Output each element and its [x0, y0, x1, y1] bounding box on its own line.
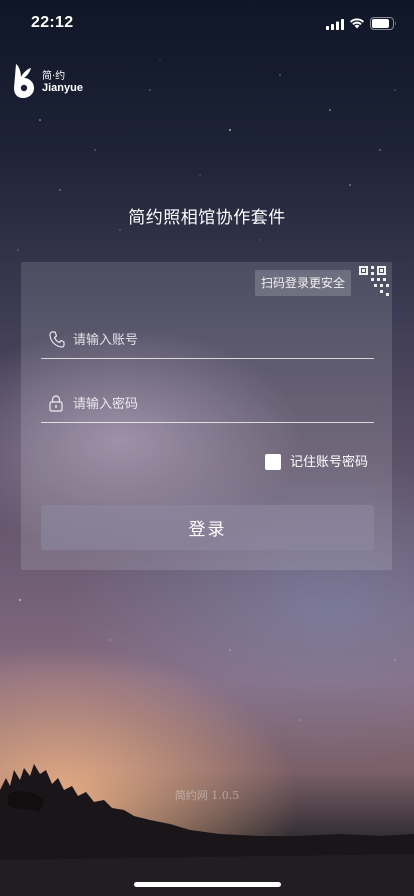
remember-label: 记住账号密码	[290, 455, 369, 470]
home-indicator[interactable]	[134, 882, 281, 887]
qr-code-icon[interactable]	[358, 265, 391, 298]
qr-login-tip[interactable]: 扫码登录更安全	[255, 270, 352, 296]
remember-checkbox[interactable]	[265, 454, 281, 470]
account-input[interactable]	[73, 327, 363, 353]
brand-name-cn: 简·约	[42, 71, 66, 82]
lock-icon	[49, 395, 63, 412]
cellular-signal-icon	[326, 19, 344, 30]
login-button[interactable]: 登录	[41, 505, 374, 550]
app-title: 简约照相馆协作套件	[128, 208, 286, 228]
login-card: 扫码登录更安全 请输入账号 记住账号密码 登录	[21, 262, 392, 570]
password-field[interactable]	[41, 387, 374, 423]
brand-name-en: Jianyue	[42, 82, 83, 94]
phone-icon	[49, 331, 65, 348]
battery-icon	[370, 17, 396, 30]
wifi-icon	[350, 18, 364, 29]
tree-silhouette	[0, 764, 414, 896]
rabbit-logo-icon	[14, 64, 34, 98]
status-bar: 22:12	[0, 0, 414, 48]
account-field[interactable]	[41, 323, 374, 359]
password-input[interactable]	[73, 391, 363, 417]
status-time: 22:12	[31, 14, 74, 31]
